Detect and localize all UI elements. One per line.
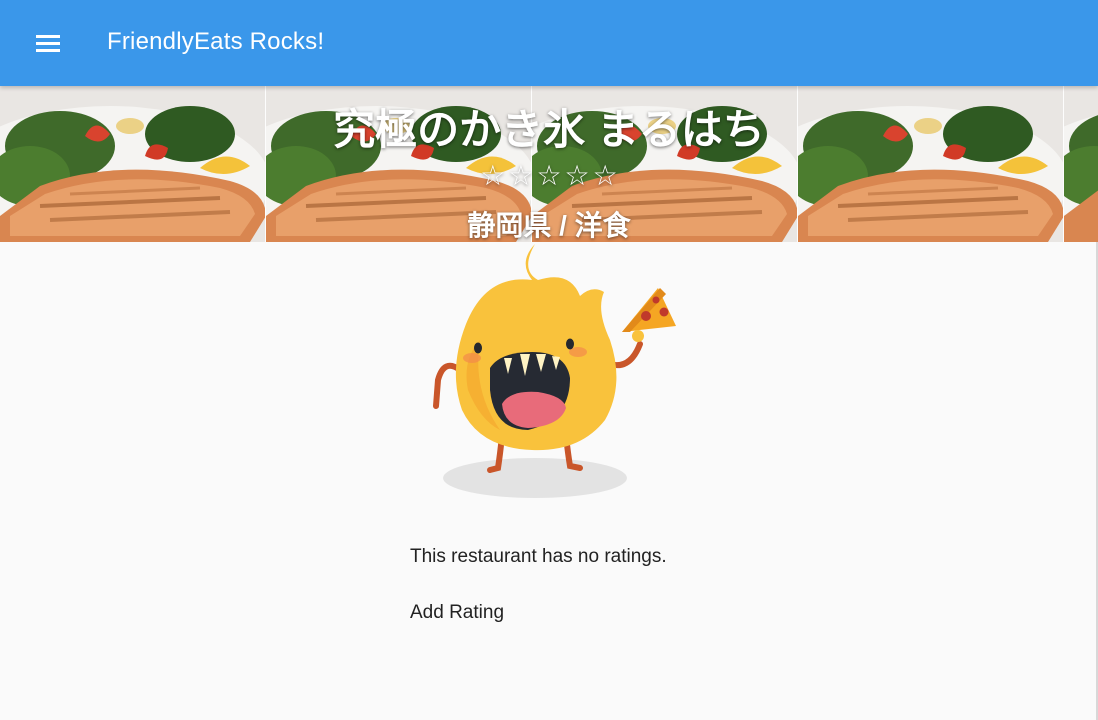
fire-mascot-illustration — [420, 240, 690, 505]
restaurant-location-category: 静岡県 / 洋食 — [467, 210, 631, 241]
star-outline-icon: ☆ — [592, 160, 618, 191]
add-rating-button[interactable]: Add Rating — [410, 602, 504, 624]
restaurant-header: 究極のかき氷 まるはち ☆ ☆ ☆ ☆ ☆ 静岡県 / 洋食 — [0, 86, 1098, 242]
menu-icon — [36, 33, 60, 53]
restaurant-name: 究極のかき氷 まるはち — [333, 106, 765, 153]
app-bar: FriendlyEats Rocks! — [0, 0, 1098, 86]
page: FriendlyEats Rocks! 究極のかき氷 まるはち ☆ ☆ ☆ ☆ … — [0, 0, 1098, 720]
menu-button[interactable] — [24, 23, 72, 63]
star-outline-icon: ☆ — [564, 160, 590, 191]
restaurant-hero: 究極のかき氷 まるはち ☆ ☆ ☆ ☆ ☆ 静岡県 / 洋食 — [0, 86, 1098, 242]
pizza-slice-icon — [622, 288, 676, 332]
star-outline-icon: ☆ — [508, 160, 534, 191]
app-title: FriendlyEats Rocks! — [107, 28, 325, 55]
star-outline-icon: ☆ — [480, 160, 506, 191]
no-ratings-message: This restaurant has no ratings. — [410, 546, 667, 567]
star-outline-icon: ☆ — [536, 160, 562, 191]
rating-stars: ☆ ☆ ☆ ☆ ☆ — [0, 160, 1098, 192]
